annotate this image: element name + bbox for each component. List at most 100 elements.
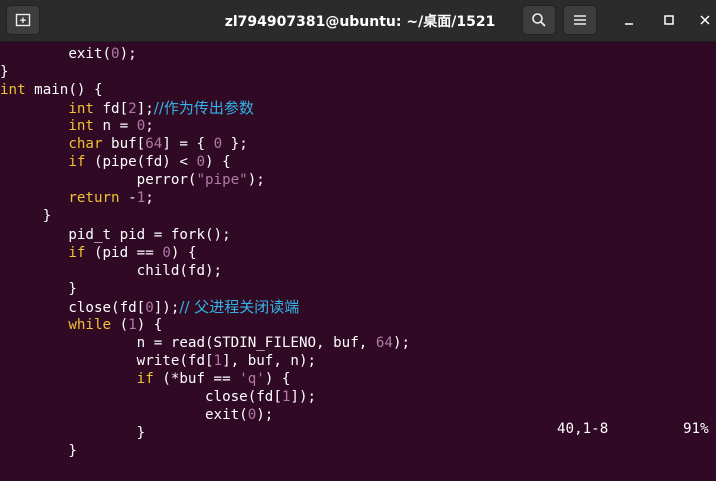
code-num: 0 [213, 136, 223, 153]
code-text: child(fd); [0, 262, 223, 279]
code-text: ) { [264, 370, 291, 387]
code-kw: int [68, 118, 94, 135]
code-text: }; [222, 136, 248, 153]
code-kw: return [68, 190, 120, 207]
code-line: } [0, 280, 77, 298]
code-text: n = read(STDIN_FILENO, buf, [0, 334, 376, 351]
code-text: ] = { [162, 136, 214, 153]
search-button[interactable] [522, 5, 556, 35]
code-text: pid_t pid = fork(); [0, 226, 231, 243]
code-kw: int [0, 82, 26, 99]
code-text: ); [119, 46, 137, 62]
code-num: 0 [111, 46, 120, 62]
code-num: 1 [213, 352, 223, 369]
code-line: perror("pipe"); [0, 171, 265, 189]
code-num: 0 [145, 299, 154, 316]
code-text: } [0, 425, 146, 442]
code-cmt: // 父进程关闭读端 [179, 297, 300, 316]
code-line: write(fd[1], buf, n); [0, 352, 316, 370]
code-text: buf[ [102, 136, 146, 153]
code-num: 64 [375, 334, 393, 351]
code-text: ) { [136, 316, 163, 333]
code-line: if (pipe(fd) < 0) { [0, 153, 231, 171]
code-text: (pid == [85, 244, 163, 261]
code-cmt: //作为传出参数 [153, 99, 254, 118]
close-icon [700, 15, 710, 25]
code-line: } [0, 424, 146, 442]
search-icon [532, 13, 546, 27]
code-text: } [0, 64, 9, 81]
code-text: ]; [136, 101, 154, 118]
code-text: exit( [0, 407, 248, 423]
code-line: int fd[2];//作为传出参数 [0, 99, 254, 117]
menu-button[interactable] [563, 5, 597, 35]
code-line: n = read(STDIN_FILENO, buf, 64); [0, 334, 410, 352]
code-num: 1 [136, 190, 146, 207]
code-text: ) { [205, 154, 231, 171]
code-text: ], buf, n); [222, 352, 317, 369]
code-text: perror( [0, 172, 197, 189]
code-text: ; [145, 190, 154, 207]
code-line: int n = 0; [0, 117, 154, 135]
code-text: exit( [0, 46, 112, 62]
code-text: (*buf == [153, 370, 240, 387]
terminal-title-bar: zl794907381@ubuntu: ~/桌面/1521 [0, 0, 716, 42]
window-title: zl794907381@ubuntu: ~/桌面/1521 [224, 14, 496, 30]
code-text: (pipe(fd) < [85, 154, 197, 171]
code-text: ); [247, 172, 265, 189]
maximize-button[interactable] [657, 8, 681, 32]
code-text: } [0, 443, 77, 460]
code-kw: if [68, 244, 86, 261]
cursor-position: 40,1-8 [557, 421, 609, 437]
code-num: 2 [128, 101, 137, 118]
code-text: - [119, 190, 137, 207]
code-text: ); [392, 334, 411, 351]
code-line: return -1; [0, 189, 154, 207]
code-line: pid_t pid = fork(); [0, 226, 231, 244]
minimize-button[interactable] [617, 8, 641, 32]
code-line: exit(0); [0, 45, 137, 63]
code-line: } [0, 207, 52, 225]
code-text: ); [256, 407, 274, 423]
code-kw: if [68, 154, 86, 171]
code-line: } [0, 442, 77, 460]
code-num: 0 [247, 407, 257, 423]
code-str: "pipe" [196, 172, 248, 189]
code-line: int main() { [0, 81, 103, 99]
code-line: close(fd[0]);// 父进程关闭读端 [0, 298, 299, 316]
code-text: ( [111, 316, 129, 333]
vim-editor-buffer[interactable]: exit(0);} int main() { int fd[2];//作为传出参数… [0, 41, 716, 481]
hamburger-menu-icon [574, 15, 586, 25]
code-text: close(fd[ [0, 388, 282, 405]
code-num: 0 [196, 154, 206, 171]
code-text: } [0, 208, 52, 225]
close-button[interactable] [693, 8, 716, 32]
code-text: } [0, 280, 77, 297]
code-kw: while [68, 316, 112, 333]
code-num: 1 [128, 316, 137, 333]
maximize-icon [664, 15, 674, 25]
code-line: char buf[64] = { 0 }; [0, 135, 248, 153]
code-text: ; [145, 118, 154, 135]
scroll-percent: 91% [683, 421, 709, 437]
code-line: exit(0); [0, 406, 273, 424]
code-num: 0 [136, 118, 146, 135]
minimize-icon [625, 23, 633, 25]
code-line: if (*buf == 'q') { [0, 370, 291, 388]
code-line: if (pid == 0) { [0, 244, 196, 262]
code-kw: if [136, 370, 154, 387]
code-text: n = [93, 118, 137, 135]
code-kw: int [68, 101, 94, 118]
code-kw: char [68, 136, 103, 153]
new-tab-button[interactable] [6, 5, 40, 35]
code-line: close(fd[1]); [0, 388, 316, 406]
code-line: } [0, 63, 9, 81]
new-tab-icon [15, 13, 31, 27]
